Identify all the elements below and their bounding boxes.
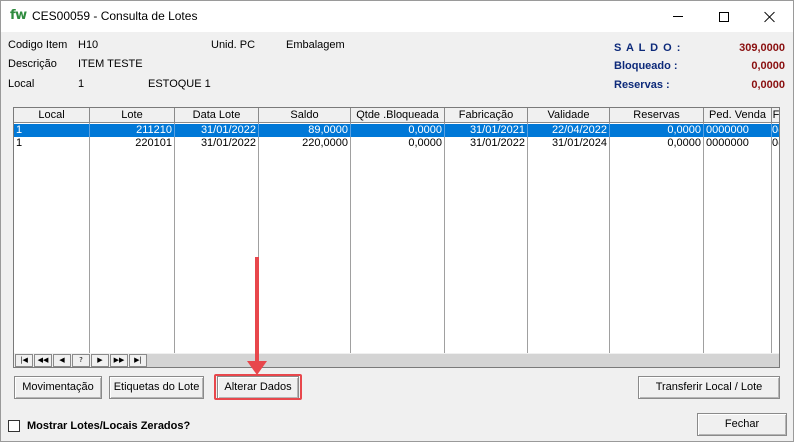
movimentacao-button[interactable]: Movimentação xyxy=(14,376,102,399)
local-value: 1 xyxy=(78,78,85,90)
cell-qtde-bloqueada: 0,0000 xyxy=(351,124,445,137)
lotes-grid[interactable]: Local Lote Data Lote Saldo Qtde .Bloquea… xyxy=(13,107,780,368)
consulta-lotes-window: fw CES00059 - Consulta de Lotes Codigo I… xyxy=(0,0,794,442)
reservas-label: Reservas : xyxy=(614,79,670,91)
cell-reservas: 0,0000 xyxy=(610,124,704,137)
column-divider xyxy=(609,123,610,353)
descricao-label: Descrição xyxy=(8,58,57,70)
previous-page-button[interactable]: ◀◀ xyxy=(34,354,52,367)
cell-lote: 220101 xyxy=(90,137,175,150)
transferir-local-lote-button[interactable]: Transferir Local / Lote xyxy=(638,376,780,399)
cell-ped-venda: 0000000 xyxy=(704,137,772,150)
column-divider xyxy=(771,123,772,353)
annotation-arrow-head xyxy=(247,361,267,375)
grid-header: Local Lote Data Lote Saldo Qtde .Bloquea… xyxy=(14,108,779,123)
cell-saldo: 220,0000 xyxy=(259,137,351,150)
first-record-button[interactable]: |◀ xyxy=(15,354,33,367)
cell-f: 0( xyxy=(772,124,779,137)
cell-lote: 211210 xyxy=(90,124,175,137)
annotation-arrow xyxy=(255,257,259,365)
cell-reservas: 0,0000 xyxy=(610,137,704,150)
column-header-lote[interactable]: Lote xyxy=(90,108,175,123)
cell-f: 0( xyxy=(772,137,779,150)
column-divider xyxy=(703,123,704,353)
app-logo-icon: fw xyxy=(10,8,27,23)
cell-saldo: 89,0000 xyxy=(259,124,351,137)
mostrar-zerados-label[interactable]: Mostrar Lotes/Locais Zerados? xyxy=(27,420,190,432)
column-header-qtde-bloqueada[interactable]: Qtde .Bloqueada xyxy=(351,108,445,123)
table-row[interactable]: 1 220101 31/01/2022 220,0000 0,0000 31/0… xyxy=(14,137,779,150)
local-name: ESTOQUE 1 xyxy=(148,78,211,90)
column-header-fabricacao[interactable]: Fabricação xyxy=(445,108,528,123)
descricao-value: ITEM TESTE xyxy=(78,58,143,70)
close-icon xyxy=(764,11,776,23)
local-label: Local xyxy=(8,78,35,90)
cell-fabricacao: 31/01/2022 xyxy=(445,137,528,150)
column-header-validade[interactable]: Validade xyxy=(528,108,610,123)
embalagem-label: Embalagem xyxy=(286,39,345,51)
column-divider xyxy=(89,123,90,353)
title-bar[interactable]: fw CES00059 - Consulta de Lotes xyxy=(1,1,793,32)
column-divider xyxy=(444,123,445,353)
cell-validade: 22/04/2022 xyxy=(528,124,610,137)
reservas-value: 0,0000 xyxy=(751,79,785,91)
cell-data-lote: 31/01/2022 xyxy=(175,137,259,150)
cell-ped-venda: 0000000 xyxy=(704,124,772,137)
column-divider xyxy=(174,123,175,353)
last-record-button[interactable]: ▶| xyxy=(129,354,147,367)
column-header-saldo[interactable]: Saldo xyxy=(259,108,351,123)
saldo-value: 309,0000 xyxy=(739,42,785,54)
cell-data-lote: 31/01/2022 xyxy=(175,124,259,137)
bloqueado-label: Bloqueado : xyxy=(614,60,678,72)
column-header-data-lote[interactable]: Data Lote xyxy=(175,108,259,123)
etiquetas-lote-button[interactable]: Etiquetas do Lote xyxy=(109,376,204,399)
maximize-icon xyxy=(719,11,729,22)
column-header-f[interactable]: F xyxy=(772,108,779,123)
cell-local: 1 xyxy=(14,137,90,150)
next-page-button[interactable]: ▶▶ xyxy=(110,354,128,367)
horizontal-scrollbar[interactable] xyxy=(147,354,779,367)
table-row[interactable]: 1 211210 31/01/2022 89,0000 0,0000 31/01… xyxy=(14,124,779,137)
maximize-button[interactable] xyxy=(701,1,747,32)
window-title: CES00059 - Consulta de Lotes xyxy=(32,9,198,23)
column-header-local[interactable]: Local xyxy=(14,108,90,123)
bloqueado-value: 0,0000 xyxy=(751,60,785,72)
close-button[interactable] xyxy=(747,1,793,32)
unidade-label: Unid. PC xyxy=(211,39,256,51)
minimize-icon xyxy=(673,16,683,17)
minimize-button[interactable] xyxy=(655,1,701,32)
cell-validade: 31/01/2024 xyxy=(528,137,610,150)
codigo-item-value: H10 xyxy=(78,39,99,51)
column-header-ped-venda[interactable]: Ped. Venda xyxy=(704,108,772,123)
codigo-item-label: Codigo Item xyxy=(8,39,68,51)
previous-record-button[interactable]: ◀ xyxy=(53,354,71,367)
column-divider xyxy=(350,123,351,353)
next-record-button[interactable]: ▶ xyxy=(91,354,109,367)
column-header-reservas[interactable]: Reservas xyxy=(610,108,704,123)
search-record-button[interactable]: ? xyxy=(72,354,90,367)
mostrar-zerados-checkbox[interactable] xyxy=(8,420,20,432)
cell-local: 1 xyxy=(14,124,90,137)
cell-qtde-bloqueada: 0,0000 xyxy=(351,137,445,150)
grid-navigator: |◀ ◀◀ ◀ ? ▶ ▶▶ ▶| xyxy=(14,353,779,367)
cell-fabricacao: 31/01/2021 xyxy=(445,124,528,137)
column-divider xyxy=(527,123,528,353)
saldo-label: S A L D O : xyxy=(614,42,682,54)
annotation-highlight xyxy=(214,374,302,400)
fechar-button[interactable]: Fechar xyxy=(697,413,787,436)
